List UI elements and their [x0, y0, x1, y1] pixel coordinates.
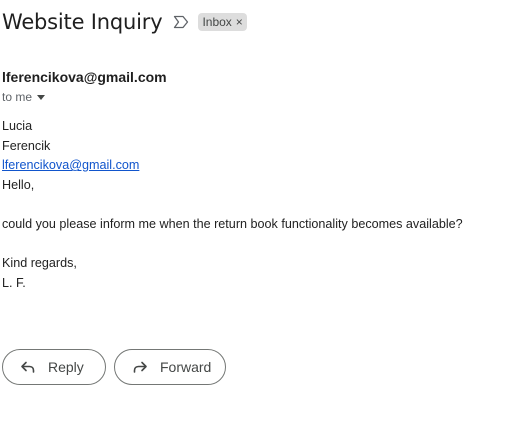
body-first-name: Lucia [2, 119, 33, 133]
inbox-label-chip: Inbox × [198, 13, 247, 31]
body-signature: L. F. [2, 275, 26, 290]
body-closing: Kind regards, [2, 256, 77, 271]
body-greeting: Hello, [2, 177, 35, 192]
email-actions: Reply Forward [2, 349, 234, 385]
forward-icon [131, 358, 149, 376]
reply-label: Reply [48, 359, 84, 375]
label-important-icon[interactable] [173, 15, 189, 29]
body-last-name: Ferencik [2, 138, 51, 153]
body-blank-line [2, 235, 463, 255]
recipient-text: to me [2, 90, 33, 104]
email-view: Website Inquiry Inbox × lferencikova@gma… [0, 0, 507, 445]
remove-label-button[interactable]: × [236, 15, 243, 29]
recipient-details-toggle[interactable]: to me [2, 90, 46, 104]
reply-button[interactable]: Reply [2, 349, 106, 385]
body-message: could you please inform me when the retu… [2, 216, 463, 231]
forward-button[interactable]: Forward [114, 349, 226, 385]
reply-icon [19, 358, 37, 376]
body-email-line: lferencikova@gmail.com [2, 156, 463, 176]
body-blank-line [2, 195, 463, 215]
subject-row: Website Inquiry Inbox × [2, 10, 247, 34]
sender-email: lferencikova@gmail.com [2, 69, 167, 85]
forward-label: Forward [160, 359, 212, 375]
caret-down-icon[interactable] [37, 95, 46, 100]
email-body: Lucia Ferencik lferencikova@gmail.com He… [2, 117, 463, 293]
body-email-link[interactable]: lferencikova@gmail.com [2, 158, 139, 172]
email-subject: Website Inquiry [2, 10, 163, 34]
inbox-label-text: Inbox [202, 14, 232, 29]
